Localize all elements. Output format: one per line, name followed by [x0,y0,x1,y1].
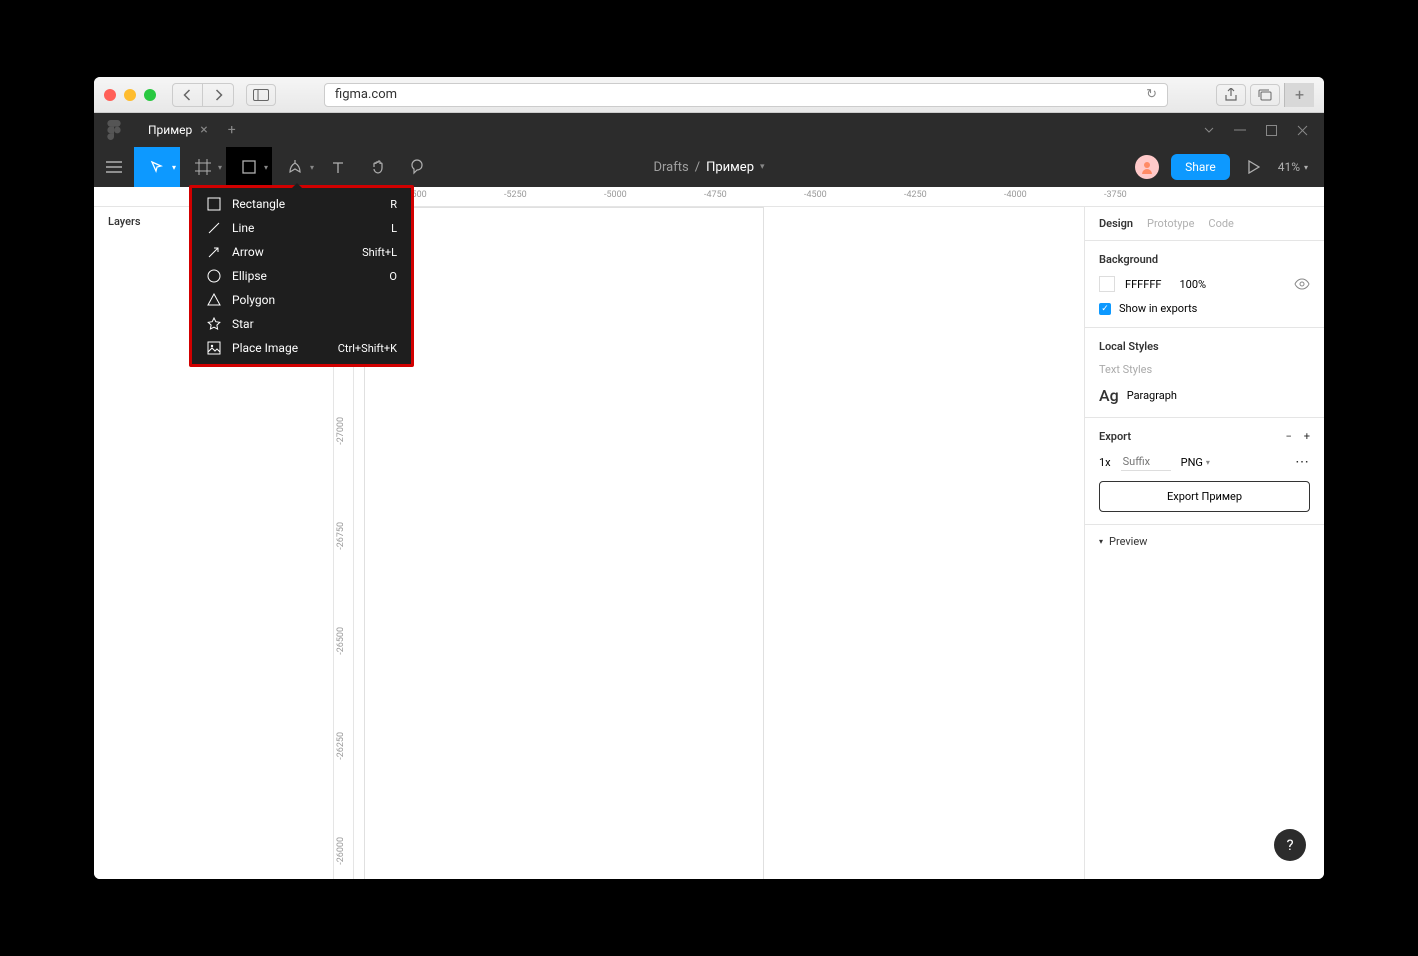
rectangle-icon [206,196,222,212]
user-avatar[interactable] [1135,155,1159,179]
new-browser-tab-button[interactable]: + [1284,83,1314,107]
tab-design[interactable]: Design [1099,217,1133,230]
file-tab-label: Пример [148,123,192,137]
shape-tool[interactable]: ▾ [226,147,272,187]
text-style-name: Paragraph [1127,389,1177,402]
star-icon [206,316,222,332]
line-icon [206,220,222,236]
dropdown-item-star[interactable]: Star [192,312,411,336]
new-tab-button[interactable]: + [216,122,248,138]
preview-label: Preview [1109,535,1147,548]
dropdown-item-ellipse[interactable]: Ellipse O [192,264,411,288]
window-minimize[interactable] [124,89,136,101]
canvas[interactable]: -27000 -26750 -26500 -26250 -26000 [334,207,1084,879]
app-tab-bar: Пример × + [94,113,1324,147]
traffic-lights [104,89,156,101]
chevron-down-icon: ▾ [264,163,268,172]
export-options-icon[interactable]: ⋯ [1295,454,1310,470]
right-panel: Design Prototype Code Background FFFFFF … [1084,207,1324,879]
breadcrumb[interactable]: Drafts / Пример ▾ [653,160,764,175]
color-hex[interactable]: FFFFFF [1125,278,1161,291]
chevron-down-icon: ▾ [1206,458,1210,467]
help-button[interactable]: ? [1274,829,1306,861]
chevron-down-icon: ▾ [218,163,222,172]
frame[interactable] [364,207,764,879]
chevron-down-icon: ▾ [310,163,314,172]
export-suffix-input[interactable] [1121,453,1171,471]
url-text: figma.com [335,87,397,102]
chevron-down-icon: ▾ [172,163,176,172]
shape-tool-dropdown: Rectangle R Line L Arrow Shift+L Ellipse… [189,185,414,367]
zoom-value: 41% [1278,160,1300,174]
background-title: Background [1099,253,1310,266]
checkbox-icon: ✓ [1099,303,1111,315]
frame-tool[interactable]: ▾ [180,147,226,187]
arrow-icon [206,244,222,260]
dropdown-item-place-image[interactable]: Place Image Ctrl+Shift+K [192,336,411,360]
comment-tool[interactable] [398,147,438,187]
export-format-select[interactable]: PNG ▾ [1181,456,1210,469]
toolbar: ▾ ▾ ▾ ▾ Drafts / Пример ▾ Share 41% ▾ [94,147,1324,187]
export-title: Export [1099,430,1131,443]
app-minimize-icon[interactable] [1234,129,1246,131]
zoom-control[interactable]: 41% ▾ [1278,160,1308,174]
text-styles-label: Text Styles [1099,363,1310,376]
chevron-down-icon: ▾ [760,162,765,172]
background-section: Background FFFFFF 100% ✓ Show in exports [1085,241,1324,328]
present-button[interactable] [1242,160,1266,174]
right-panel-tabs: Design Prototype Code [1085,207,1324,241]
preview-toggle[interactable]: ▾ Preview [1085,525,1324,558]
share-button[interactable]: Share [1171,154,1230,180]
text-tool[interactable] [318,147,358,187]
close-tab-icon[interactable]: × [200,122,207,138]
export-section: Export − + 1x PNG ▾ ⋯ Export Пример [1085,418,1324,525]
show-in-exports-label: Show in exports [1119,302,1197,315]
file-tab[interactable]: Пример × [134,113,216,147]
forward-button[interactable] [203,84,233,106]
window-maximize[interactable] [144,89,156,101]
export-scale[interactable]: 1x [1099,456,1111,469]
export-button[interactable]: Export Пример [1099,481,1310,512]
share-page-button[interactable] [1216,84,1246,106]
dropdown-item-rectangle[interactable]: Rectangle R [192,192,411,216]
sidebar-toggle-button[interactable] [246,84,276,106]
color-opacity[interactable]: 100% [1179,278,1206,291]
local-styles-section: Local Styles Text Styles Ag Paragraph [1085,328,1324,418]
chevron-down-icon: ▾ [1304,163,1308,172]
app-close-icon[interactable] [1297,125,1308,136]
dropdown-item-polygon[interactable]: Polygon [192,288,411,312]
url-bar[interactable]: figma.com ↻ [324,83,1168,107]
tabs-overview-button[interactable] [1250,84,1280,106]
hand-tool[interactable] [358,147,398,187]
back-button[interactable] [173,84,203,106]
dropdown-item-arrow[interactable]: Arrow Shift+L [192,240,411,264]
color-swatch[interactable] [1099,276,1115,292]
ellipse-icon [206,268,222,284]
window-close[interactable] [104,89,116,101]
show-in-exports-checkbox[interactable]: ✓ Show in exports [1099,302,1310,315]
caret-down-icon: ▾ [1099,537,1103,546]
add-export-icon[interactable]: + [1304,430,1310,443]
tab-prototype[interactable]: Prototype [1147,217,1194,230]
breadcrumb-file: Пример [706,160,754,175]
breadcrumb-parent: Drafts [653,160,688,175]
text-style-sample: Ag [1099,386,1119,405]
remove-export-icon[interactable]: − [1285,430,1291,443]
local-styles-title: Local Styles [1099,340,1310,353]
menu-button[interactable] [94,147,134,187]
nav-buttons [172,83,234,107]
tab-code[interactable]: Code [1208,217,1233,230]
text-style-item[interactable]: Ag Paragraph [1099,386,1310,405]
polygon-icon [206,292,222,308]
image-icon [206,340,222,356]
refresh-icon[interactable]: ↻ [1146,87,1157,102]
figma-logo[interactable] [94,113,134,147]
visibility-toggle-icon[interactable] [1294,278,1310,290]
chevron-down-icon[interactable] [1204,127,1214,133]
dropdown-item-line[interactable]: Line L [192,216,411,240]
browser-chrome: figma.com ↻ + [94,77,1324,113]
app-maximize-icon[interactable] [1266,125,1277,136]
move-tool[interactable]: ▾ [134,147,180,187]
